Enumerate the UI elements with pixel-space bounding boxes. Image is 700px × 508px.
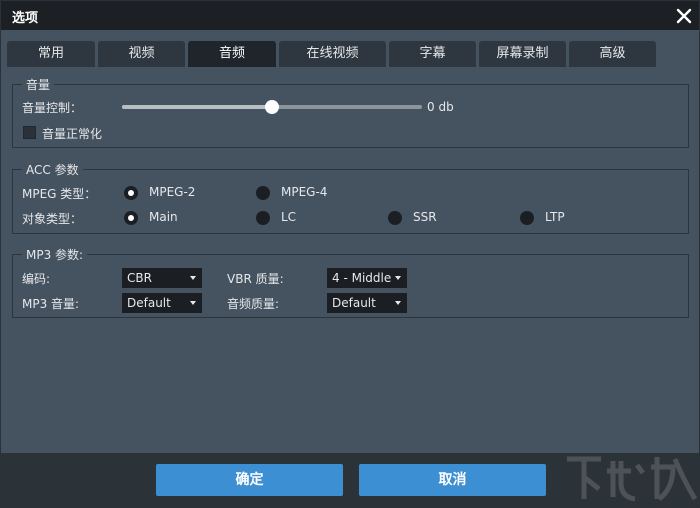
chevron-down-icon bbox=[395, 301, 401, 305]
vbr-quality-select[interactable]: 4 - Middle bbox=[327, 268, 407, 288]
mp3-volume-select[interactable]: Default bbox=[122, 293, 202, 313]
tab-screen-record[interactable]: 屏幕录制 bbox=[479, 41, 566, 67]
tab-video[interactable]: 视频 bbox=[98, 41, 185, 67]
tab-advanced[interactable]: 高级 bbox=[569, 41, 656, 67]
radio-ltp[interactable] bbox=[520, 211, 534, 225]
mp3-volume-label: MP3 音量: bbox=[22, 297, 80, 311]
options-dialog: 选项 常用 视频 音频 在线视频 字幕 屏幕录制 高级 音量 音量控制： 0 d… bbox=[0, 0, 700, 508]
mpeg-type-label: MPEG 类型： bbox=[22, 187, 97, 201]
tab-online-video[interactable]: 在线视频 bbox=[279, 41, 386, 67]
chevron-down-icon bbox=[190, 301, 196, 305]
lc-label: LC bbox=[281, 210, 297, 224]
audio-quality-value: Default bbox=[332, 296, 376, 310]
tab-bar: 常用 视频 音频 在线视频 字幕 屏幕录制 高级 bbox=[7, 41, 697, 67]
tab-subtitles[interactable]: 字幕 bbox=[389, 41, 476, 67]
tab-general[interactable]: 常用 bbox=[7, 41, 95, 67]
vbr-quality-value: 4 - Middle bbox=[332, 271, 392, 285]
radio-lc[interactable] bbox=[256, 211, 270, 225]
normalize-checkbox[interactable] bbox=[23, 126, 36, 139]
volume-value: 0 db bbox=[427, 100, 454, 114]
vbr-quality-label: VBR 质量: bbox=[227, 272, 284, 286]
mpeg-2-label: MPEG-2 bbox=[149, 185, 196, 199]
radio-mpeg-2[interactable] bbox=[124, 186, 138, 200]
mp3-group-title: MP3 参数: bbox=[22, 246, 88, 263]
mpeg-4-label: MPEG-4 bbox=[281, 185, 328, 199]
dialog-title: 选项 bbox=[12, 11, 39, 26]
tab-audio[interactable]: 音频 bbox=[188, 41, 276, 67]
close-icon[interactable] bbox=[673, 5, 695, 27]
chevron-down-icon bbox=[395, 276, 401, 280]
main-label: Main bbox=[149, 210, 178, 224]
acc-params-group: ACC 参数 bbox=[12, 161, 689, 234]
acc-group-title: ACC 参数 bbox=[22, 161, 83, 178]
normalize-label: 音量正常化 bbox=[42, 127, 103, 141]
volume-group: 音量 bbox=[12, 76, 689, 148]
audio-quality-label: 音频质量: bbox=[227, 297, 280, 311]
chevron-down-icon bbox=[190, 276, 196, 280]
volume-group-title: 音量 bbox=[22, 76, 55, 93]
radio-main[interactable] bbox=[124, 211, 138, 225]
cancel-button[interactable]: 取消 bbox=[359, 464, 546, 496]
encoding-select[interactable]: CBR bbox=[122, 268, 202, 288]
volume-slider-fill bbox=[122, 105, 272, 109]
volume-slider-handle[interactable] bbox=[265, 100, 279, 114]
audio-quality-select[interactable]: Default bbox=[327, 293, 407, 313]
ltp-label: LTP bbox=[545, 210, 565, 224]
encoding-label: 编码: bbox=[22, 272, 51, 286]
volume-control-label: 音量控制： bbox=[22, 101, 83, 115]
mp3-volume-value: Default bbox=[127, 296, 171, 310]
object-type-label: 对象类型： bbox=[22, 212, 83, 226]
volume-slider[interactable] bbox=[122, 100, 422, 114]
encoding-value: CBR bbox=[127, 271, 152, 285]
ok-button[interactable]: 确定 bbox=[156, 464, 343, 496]
radio-mpeg-4[interactable] bbox=[256, 186, 270, 200]
ssr-label: SSR bbox=[413, 210, 437, 224]
title-bar: 选项 bbox=[1, 1, 699, 30]
watermark-logo-icon bbox=[567, 456, 698, 502]
radio-ssr[interactable] bbox=[388, 211, 402, 225]
